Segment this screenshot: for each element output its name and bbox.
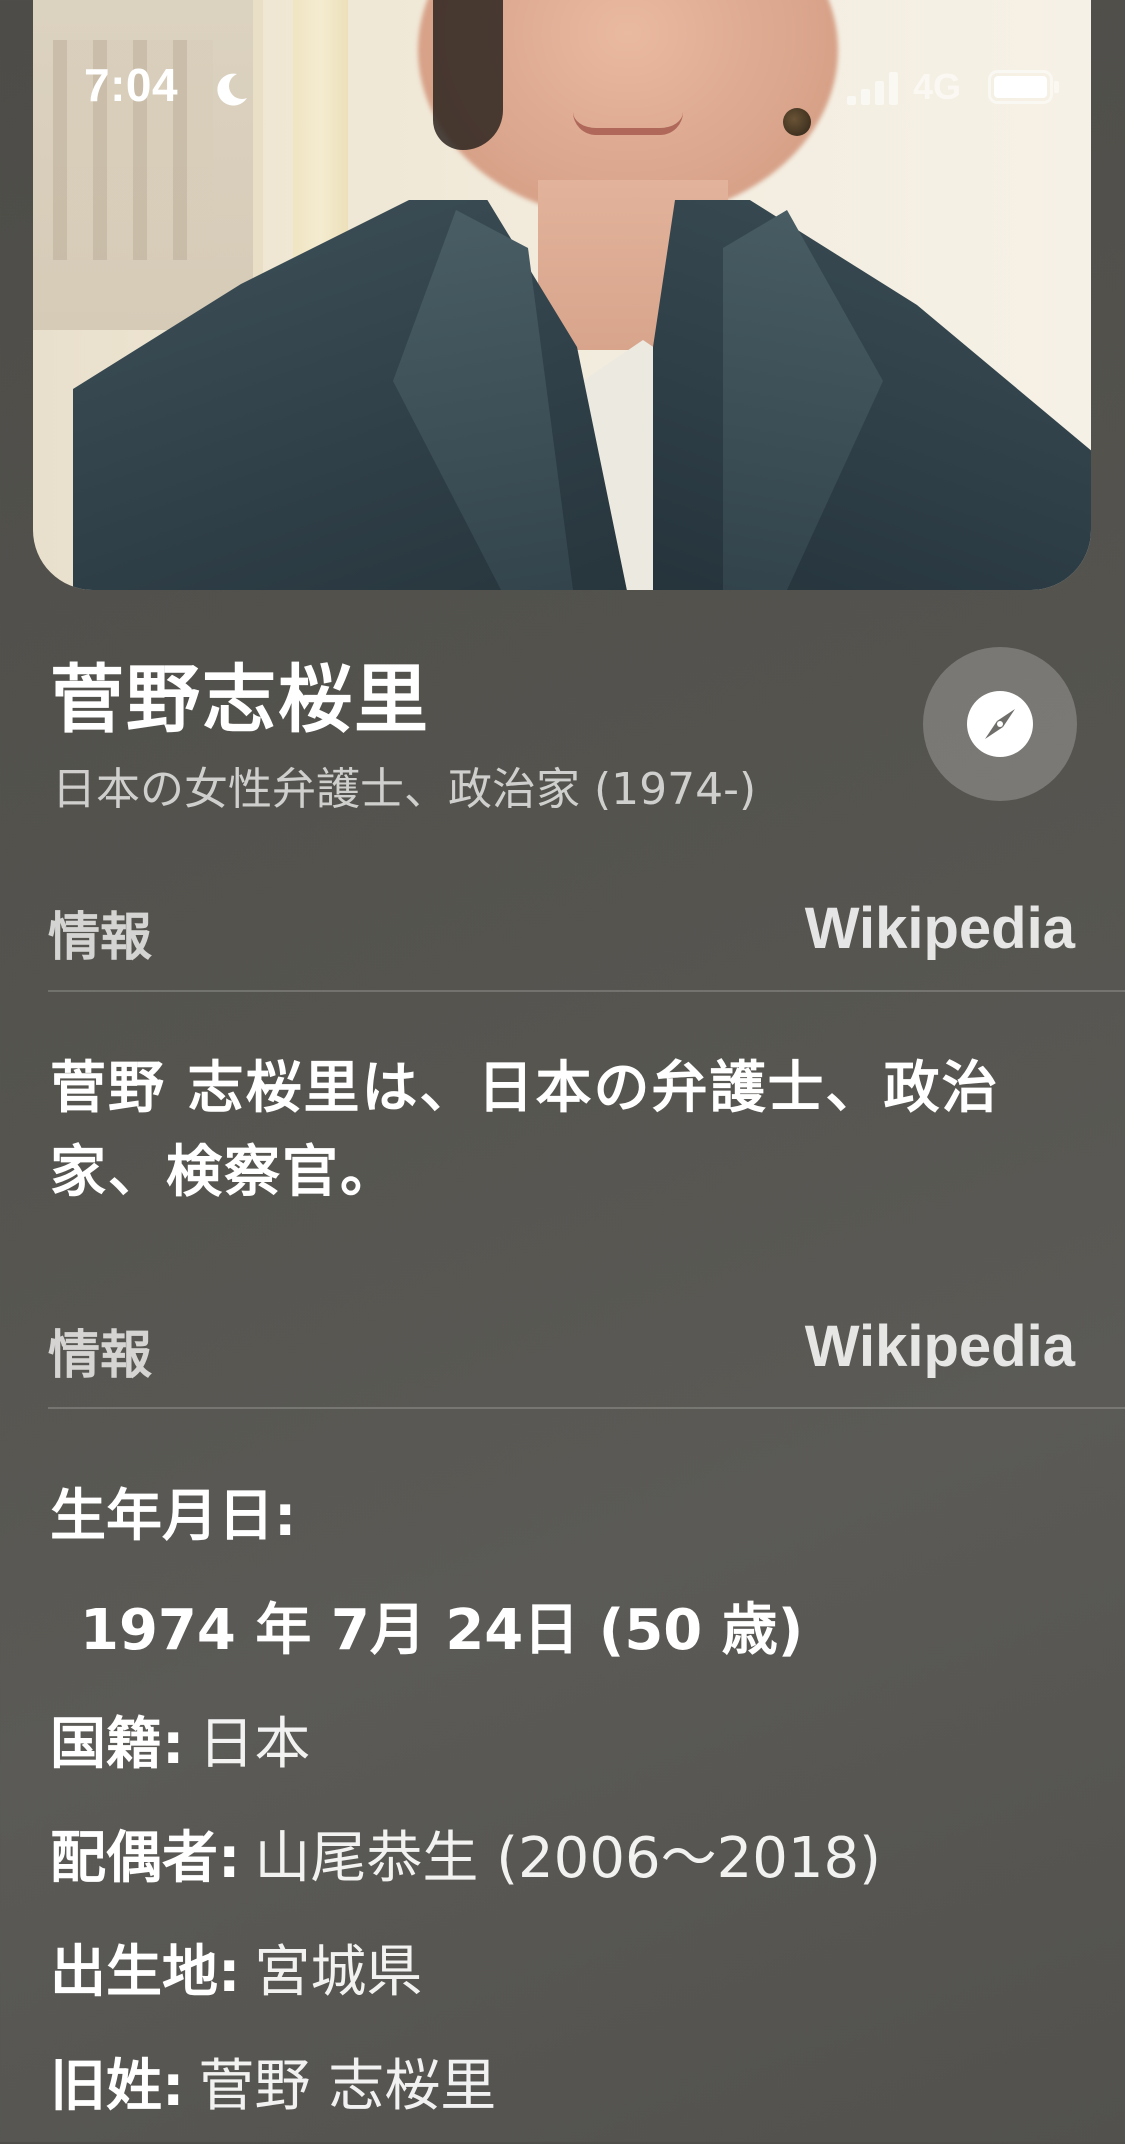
section-label: 情報: [48, 908, 153, 968]
fact-value: 宮城県: [254, 1940, 423, 2005]
fact-label: 生年月日:: [50, 1484, 297, 1549]
fact-birth-date-label-row: 生年月日:: [50, 1460, 1090, 1574]
summary-text: 菅野 志桜里は、日本の弁護士、政治家、検察官。: [50, 1056, 1000, 1205]
divider: [48, 990, 1125, 992]
fact-value: 山尾恭生 (2006～2018): [254, 1826, 881, 1891]
fact-former-name-row: 旧姓: 菅野 志桜里: [50, 2030, 1090, 2144]
page-subtitle: 日本の女性弁護士、政治家 (1974-): [52, 764, 757, 815]
fact-label: 配偶者:: [50, 1826, 241, 1891]
compass-icon: [967, 691, 1033, 757]
fact-birthplace-row: 出生地: 宮城県: [50, 1916, 1090, 2030]
fact-spouse-row: 配偶者: 山尾恭生 (2006～2018): [50, 1802, 1090, 1916]
page-title: 菅野志桜里: [50, 657, 430, 743]
network-type: 4G: [913, 66, 962, 107]
fact-value: 日本: [198, 1712, 311, 1777]
status-time: 7:04: [84, 59, 179, 111]
status-bar: 7:04 4G: [0, 0, 1125, 130]
open-in-safari-button[interactable]: [923, 647, 1077, 801]
fact-label: 国籍:: [50, 1712, 185, 1777]
fact-label: 出生地:: [50, 1940, 241, 2005]
section-label: 情報: [48, 1326, 153, 1386]
section-header-info-1[interactable]: 情報 Wikipedia: [48, 895, 1075, 975]
fact-label: 旧姓:: [50, 2054, 185, 2119]
fact-birth-date-value-row: 1974 年 7月 24日 (50 歳): [50, 1574, 1090, 1688]
battery-icon: [988, 70, 1059, 104]
moon-icon: [217, 73, 247, 106]
cellular-signal-icon: [847, 72, 898, 105]
fact-nationality-row: 国籍: 日本: [50, 1688, 1090, 1802]
wikipedia-link[interactable]: Wikipedia: [805, 895, 1075, 962]
fact-value: 1974 年 7月 24日 (50 歳): [80, 1598, 804, 1663]
facts-list: 生年月日: 1974 年 7月 24日 (50 歳) 国籍: 日本 配偶者: 山尾恭…: [50, 1460, 1090, 2144]
divider: [48, 1407, 1125, 1409]
section-header-info-2[interactable]: 情報 Wikipedia: [48, 1313, 1075, 1393]
wikipedia-link[interactable]: Wikipedia: [805, 1313, 1075, 1380]
fact-value: 菅野 志桜里: [198, 2054, 497, 2119]
